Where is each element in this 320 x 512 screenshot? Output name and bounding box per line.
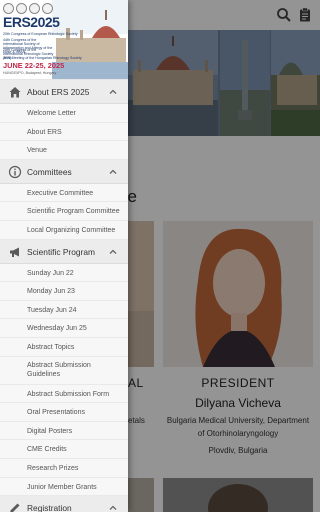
chevron-up-icon [109, 89, 117, 94]
section-committees[interactable]: Committees [0, 159, 128, 184]
drawer-header-banner: ERS2025 20th Congress of European Rhinol… [0, 0, 128, 80]
home-icon [9, 87, 21, 98]
section-about-label: About ERS 2025 [27, 87, 90, 97]
menu-item-label: Tuesday Jun 24 [27, 306, 77, 314]
menu-item-label: Local Organizing Committee [27, 226, 116, 234]
menu-item-label: About ERS [27, 128, 62, 136]
menu-item-digital-posters[interactable]: Digital Posters [0, 421, 128, 441]
section-scientific-program-label: Scientific Program [27, 246, 95, 257]
congress-dates: JUNE 22-25, 2025 [3, 61, 65, 70]
menu-item-label: Digital Posters [27, 427, 73, 435]
chevron-up-icon [109, 169, 117, 174]
menu-item-tuesday[interactable]: Tuesday Jun 24 [0, 300, 128, 320]
menu-item-label: Junior Member Grants [27, 483, 97, 491]
congress-title: ERS2025 [3, 14, 60, 30]
menu-item-abstract-form[interactable]: Abstract Submission Form [0, 384, 128, 404]
section-registration-label: Registration [27, 503, 72, 512]
society-logos [3, 3, 53, 14]
menu-item-executive-committee[interactable]: Executive Committee [0, 183, 128, 203]
society-logo [3, 3, 14, 14]
menu-item-label: Executive Committee [27, 189, 94, 197]
menu-item-monday[interactable]: Monday Jun 23 [0, 282, 128, 301]
menu-item-abstract-topics[interactable]: Abstract Topics [0, 337, 128, 357]
menu-item-research-prizes[interactable]: Research Prizes [0, 458, 128, 478]
menu-item-label: Abstract Submission Guidelines [27, 361, 91, 378]
menu-item-label: Venue [27, 147, 47, 155]
society-logo [16, 3, 27, 14]
society-logo [29, 3, 40, 14]
congress-subtitle: 20th Congress of European Rhinologic Soc… [3, 32, 78, 36]
menu-item-junior-member-grants[interactable]: Junior Member Grants [0, 477, 128, 497]
menu-item-label: Oral Presentations [27, 409, 85, 417]
menu-item-about-ers[interactable]: About ERS [0, 122, 128, 142]
society-logo [42, 3, 53, 14]
menu-item-oral-presentations[interactable]: Oral Presentations [0, 403, 128, 422]
navigation-drawer: ERS2025 20th Congress of European Rhinol… [0, 0, 128, 512]
menu-item-label: Abstract Topics [27, 343, 75, 351]
chevron-up-icon [109, 249, 117, 254]
drawer-menu: About ERS 2025 Welcome Letter About ERS … [0, 80, 128, 512]
menu-item-label: Sunday Jun 22 [27, 269, 74, 277]
menu-item-label: Welcome Letter [27, 110, 76, 117]
chevron-up-icon [109, 505, 117, 511]
section-registration[interactable]: Registration [0, 496, 128, 512]
menu-item-cme-credits[interactable]: CME Credits [0, 440, 128, 459]
congress-subtitle: Joint Meeting of the Hungarian Rhinology… [3, 56, 82, 60]
menu-item-venue[interactable]: Venue [0, 141, 128, 160]
menu-item-sunday[interactable]: Sunday Jun 22 [0, 263, 128, 283]
section-scientific-program[interactable]: Scientific Program [0, 239, 128, 264]
menu-item-welcome-letter[interactable]: Welcome Letter [0, 104, 128, 123]
menu-item-label: CME Credits [27, 446, 67, 454]
menu-item-wednesday[interactable]: Wednesday Jun 25 [0, 319, 128, 338]
menu-item-scientific-program-committee[interactable]: Scientific Program Committee [0, 202, 128, 221]
section-about[interactable]: About ERS 2025 [0, 80, 128, 104]
megaphone-icon [10, 247, 19, 257]
info-icon [8, 165, 22, 178]
menu-item-label: Scientific Program Committee [27, 208, 120, 216]
menu-item-label: Research Prizes [27, 464, 79, 472]
menu-item-label: Monday Jun 23 [27, 288, 75, 296]
menu-item-label: Wednesday Jun 25 [27, 325, 87, 333]
pencil-icon [10, 503, 20, 512]
congress-venue: HUNGEXPO, Budapest, Hungary [3, 71, 57, 75]
section-committees-label: Committees [27, 166, 72, 177]
menu-item-label: Abstract Submission Form [27, 390, 110, 398]
menu-item-local-organizing-committee[interactable]: Local Organizing Committee [0, 220, 128, 240]
menu-item-abstract-guidelines[interactable]: Abstract Submission Guidelines [0, 356, 128, 385]
